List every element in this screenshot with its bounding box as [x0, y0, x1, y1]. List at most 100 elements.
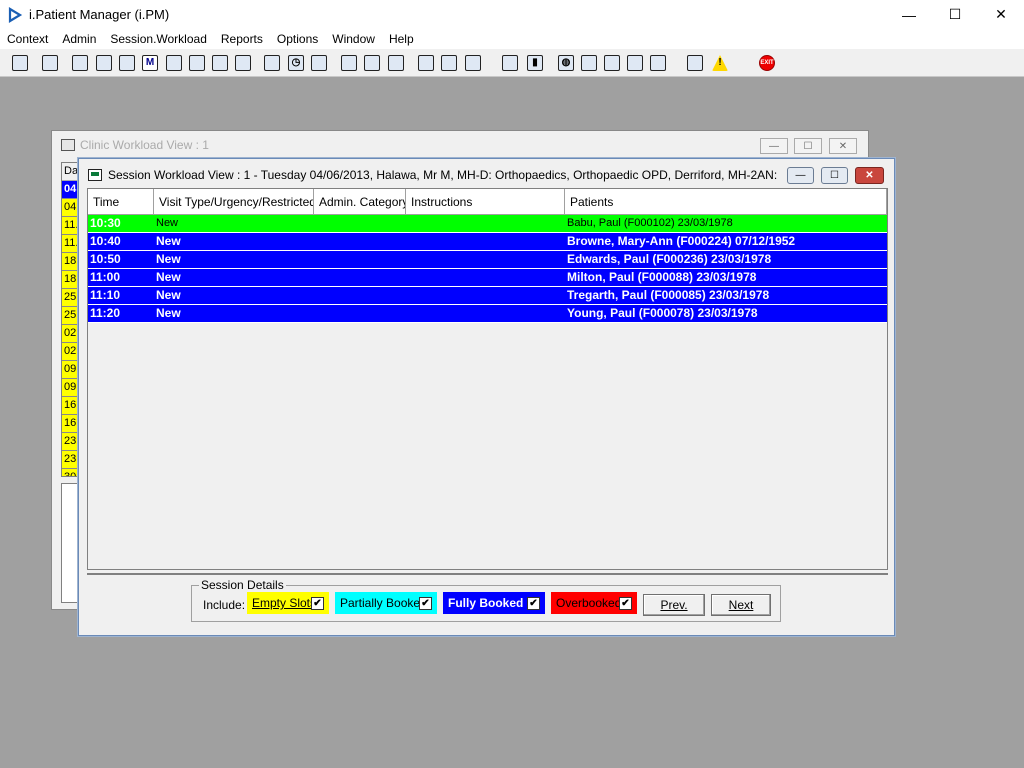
- print-icon[interactable]: [39, 52, 61, 74]
- empty-slots-filter[interactable]: Empty Slots ✔: [247, 592, 329, 614]
- fully-booked-checkbox[interactable]: ✔: [527, 597, 540, 610]
- transfer-icon-glyph: [687, 55, 703, 71]
- folder-edit-icon-glyph: [96, 55, 112, 71]
- next-button[interactable]: Next: [711, 594, 771, 616]
- empty-slots-checkbox[interactable]: ✔: [311, 597, 324, 610]
- cell-admin: [314, 233, 406, 250]
- menu-admin[interactable]: Admin: [55, 29, 103, 49]
- session-close-button[interactable]: ✕: [855, 167, 884, 184]
- menu-session-workload[interactable]: Session.Workload: [103, 29, 214, 49]
- bed-icon[interactable]: [438, 52, 460, 74]
- toolbar: M ◷ ▮ ◍! EXIT: [0, 49, 1024, 77]
- menu-reports[interactable]: Reports: [214, 29, 270, 49]
- clinic-workload-titlebar[interactable]: Clinic Workload View : 1: [52, 131, 868, 159]
- table-row[interactable]: 11:10 New Tregarth, Paul (F000085) 23/03/1…: [88, 287, 887, 305]
- document-icon[interactable]: [116, 52, 138, 74]
- ipm-logo-icon: [8, 6, 23, 23]
- clock-icon[interactable]: ◷: [285, 52, 307, 74]
- partially-booked-label: Partially Booked: [340, 596, 427, 610]
- cell-instructions: [406, 251, 565, 268]
- menu-context[interactable]: Context: [0, 29, 55, 49]
- column-header-patients[interactable]: Patients: [565, 189, 887, 214]
- back-minimize-button[interactable]: —: [760, 138, 788, 154]
- cell-patient: Babu, Paul (F000102) 23/03/1978: [567, 217, 733, 229]
- table-row[interactable]: 11:20 New Young, Paul (F000078) 23/03/1978: [88, 305, 887, 323]
- document-icon-glyph: [119, 55, 135, 71]
- globe-icon-glyph: ◍: [558, 55, 574, 71]
- cell-admin: [314, 215, 406, 232]
- column-header-admin-category[interactable]: Admin. Category: [314, 189, 406, 214]
- overbooked-filter[interactable]: Overbooked ✔: [551, 592, 637, 614]
- menu-bar: Context Admin Session.Workload Reports O…: [0, 29, 1024, 49]
- back-close-button[interactable]: ✕: [829, 138, 857, 154]
- refresh-form-icon[interactable]: [647, 52, 669, 74]
- session-minimize-button[interactable]: —: [787, 167, 814, 184]
- user-icon-glyph: [12, 55, 28, 71]
- session-workload-titlebar[interactable]: Session Workload View : 1 - Tuesday 04/0…: [79, 159, 894, 190]
- session-grid[interactable]: Time Visit Type/Urgency/Restricted Admin…: [87, 188, 888, 570]
- check-form-icon[interactable]: [601, 52, 623, 74]
- bed-icon-glyph: [441, 55, 457, 71]
- cell-visit: New: [156, 306, 181, 320]
- overbooked-checkbox[interactable]: ✔: [619, 597, 632, 610]
- close-button[interactable]: ✕: [978, 0, 1024, 29]
- book-icon[interactable]: [69, 52, 91, 74]
- fully-booked-label: Fully Booked: [448, 596, 524, 610]
- monitor-icon[interactable]: [308, 52, 330, 74]
- partially-booked-filter[interactable]: Partially Booked ✔: [335, 592, 437, 614]
- handshake-icon[interactable]: [209, 52, 231, 74]
- user-icon[interactable]: [9, 52, 31, 74]
- table-row[interactable]: 11:00 New Milton, Paul (F000088) 23/03/197…: [88, 269, 887, 287]
- edit-icon[interactable]: [415, 52, 437, 74]
- grid-header: Time Visit Type/Urgency/Restricted Admin…: [88, 189, 887, 215]
- window-icon: [61, 139, 75, 151]
- partially-booked-checkbox[interactable]: ✔: [419, 597, 432, 610]
- notes-icon[interactable]: [186, 52, 208, 74]
- table-row[interactable]: 10:30 New Babu, Paul (F000102) 23/03/1978: [88, 215, 887, 233]
- session-maximize-button[interactable]: ☐: [821, 167, 848, 184]
- chart-icon[interactable]: ▮: [524, 52, 546, 74]
- cell-instructions: [406, 305, 565, 322]
- menu-options[interactable]: Options: [270, 29, 325, 49]
- exit-icon[interactable]: EXIT: [756, 52, 778, 74]
- globe-icon[interactable]: ◍: [555, 52, 577, 74]
- table-row[interactable]: 10:40 New Browne, Mary-Ann (F000224) 07/12…: [88, 233, 887, 251]
- form-icon[interactable]: [578, 52, 600, 74]
- back-maximize-button[interactable]: ☐: [794, 138, 822, 154]
- cell-instructions: [406, 287, 565, 304]
- arrow-form-icon-glyph: [627, 55, 643, 71]
- mail-icon[interactable]: M: [139, 52, 161, 74]
- cell-admin: [314, 251, 406, 268]
- column-header-instructions[interactable]: Instructions: [406, 189, 565, 214]
- cell-instructions: [406, 269, 565, 286]
- menu-window[interactable]: Window: [325, 29, 382, 49]
- gauge-icon[interactable]: [385, 52, 407, 74]
- image-icon[interactable]: [338, 52, 360, 74]
- menu-help[interactable]: Help: [382, 29, 421, 49]
- warning-icon[interactable]: !: [709, 52, 731, 74]
- session-workload-title: Session Workload View : 1 - Tuesday 04/0…: [108, 167, 778, 182]
- column-header-visit-type[interactable]: Visit Type/Urgency/Restricted: [154, 189, 314, 214]
- page-icon[interactable]: [499, 52, 521, 74]
- maximize-button[interactable]: ☐: [932, 0, 978, 29]
- transfer-icon[interactable]: [684, 52, 706, 74]
- book-icon-glyph: [72, 55, 88, 71]
- folder-edit-icon[interactable]: [93, 52, 115, 74]
- gauge-icon-glyph: [388, 55, 404, 71]
- minimize-button[interactable]: —: [886, 0, 932, 29]
- table-row[interactable]: 10:50 New Edwards, Paul (F000236) 23/03/19…: [88, 251, 887, 269]
- column-header-time[interactable]: Time: [88, 189, 154, 214]
- chat-icon[interactable]: [361, 52, 383, 74]
- fully-booked-filter[interactable]: Fully Booked ✔: [443, 592, 545, 614]
- cell-visit: New: [156, 217, 179, 229]
- list-icon[interactable]: [232, 52, 254, 74]
- monitor-icon-glyph: [311, 55, 327, 71]
- prev-button[interactable]: Prev.: [643, 594, 705, 616]
- person-bed-icon[interactable]: [462, 52, 484, 74]
- session-workload-window: Session Workload View : 1 - Tuesday 04/0…: [78, 158, 895, 636]
- envelope-icon[interactable]: [261, 52, 283, 74]
- arrow-form-icon[interactable]: [624, 52, 646, 74]
- page-icon-glyph: [502, 55, 518, 71]
- patient-icon[interactable]: [163, 52, 185, 74]
- exit-icon-glyph: EXIT: [759, 55, 775, 71]
